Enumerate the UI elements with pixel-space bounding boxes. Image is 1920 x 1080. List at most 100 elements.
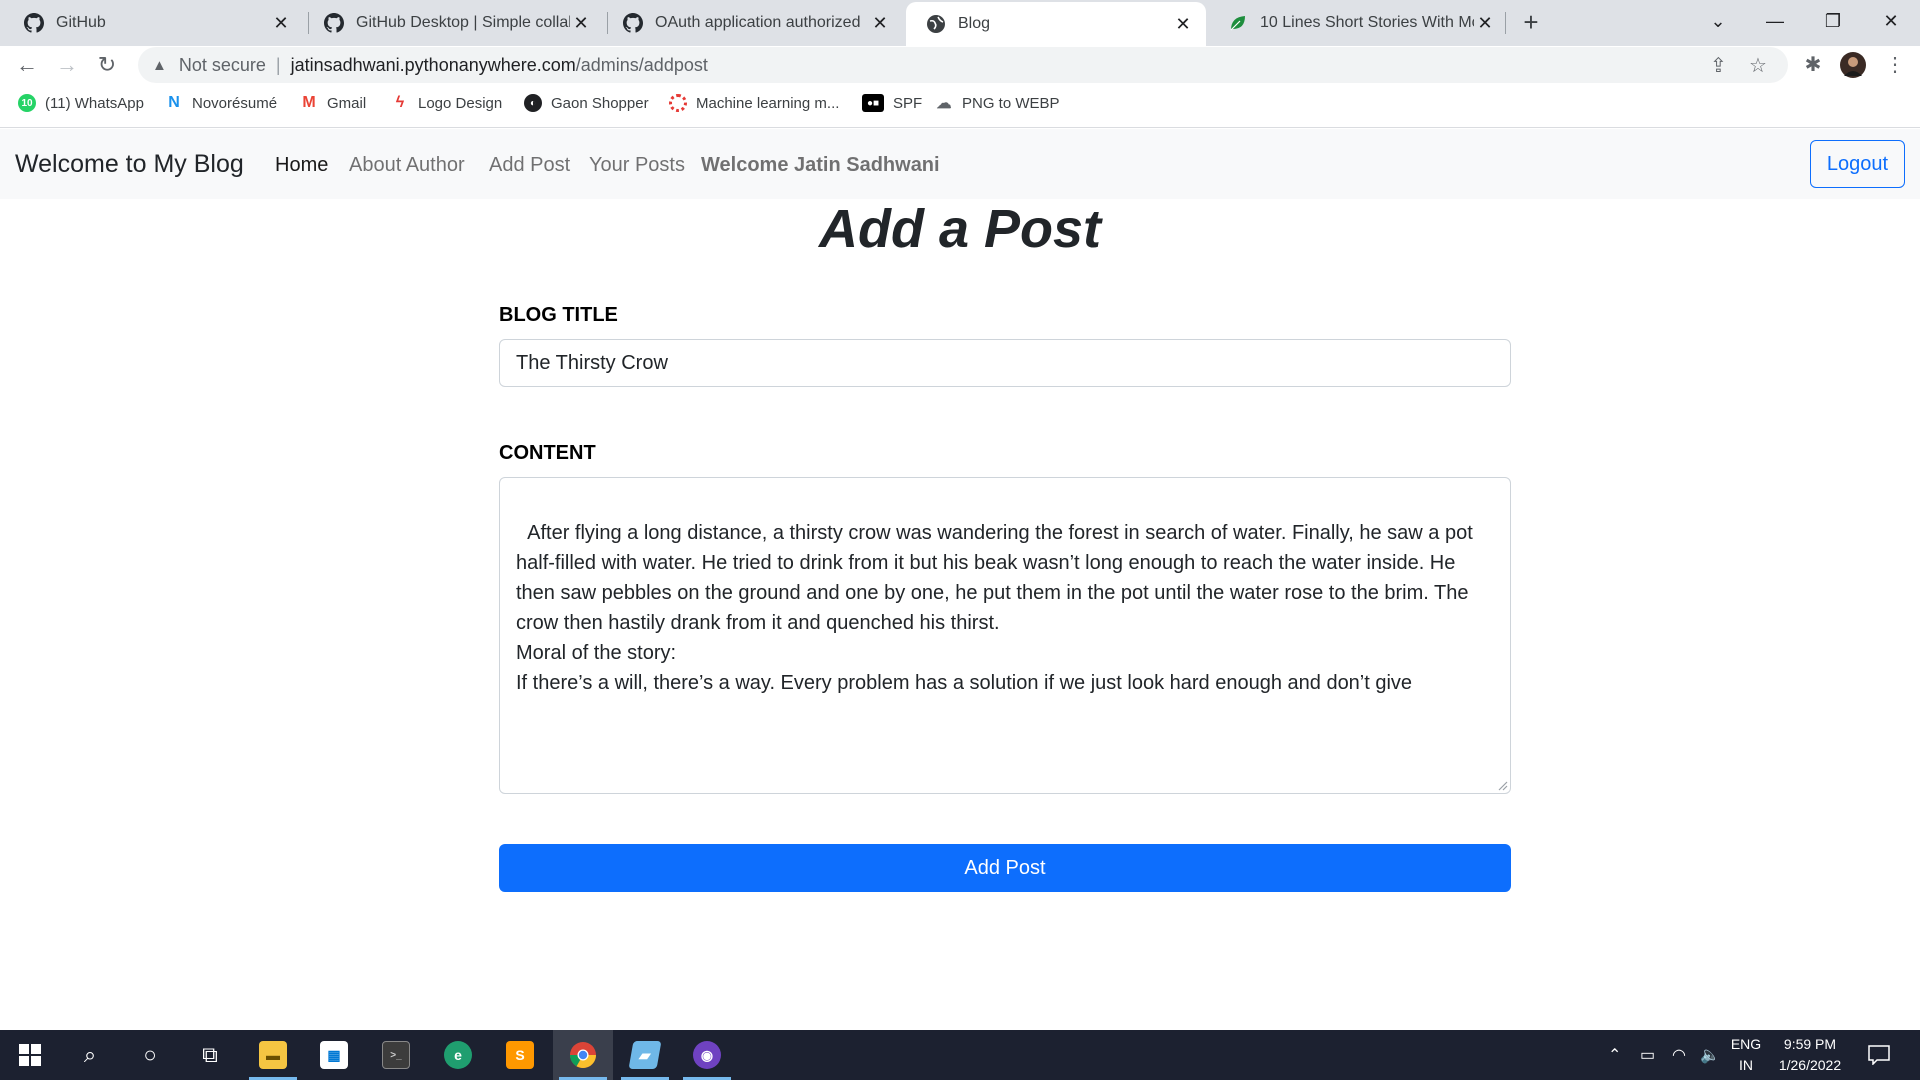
terminal-icon[interactable]: >_ xyxy=(366,1030,426,1080)
bookmark-label: Novorésumé xyxy=(192,94,278,112)
github-icon xyxy=(324,13,344,33)
github-icon xyxy=(24,13,44,33)
bookmark-whatsapp[interactable]: 10 (11) WhatsApp xyxy=(18,94,144,112)
nav-link-about-author[interactable]: About Author xyxy=(349,154,465,177)
close-tab-icon[interactable]: ✕ xyxy=(1474,13,1496,34)
ring-icon xyxy=(669,94,687,112)
content-textarea[interactable]: After flying a long distance, a thirsty … xyxy=(499,477,1511,794)
browser-toolbar: ← → ↻ ▲ Not secure | jatinsadhwani.pytho… xyxy=(0,46,1920,84)
url-path: /admins/addpost xyxy=(575,54,708,75)
logo-design-icon: ϟ xyxy=(395,94,405,111)
site-navbar: Welcome to My Blog Home About Author Add… xyxy=(0,129,1920,199)
microsoft-store-icon[interactable]: ▦ xyxy=(304,1030,364,1080)
show-hidden-icons-chevron-up-icon[interactable]: ⌃ xyxy=(1608,1030,1621,1080)
tab-github[interactable]: GitHub ✕ xyxy=(4,4,304,42)
bookmark-logo-design[interactable]: ϟ Logo Design xyxy=(391,94,502,112)
content-text: After flying a long distance, a thirsty … xyxy=(516,522,1473,694)
bookmark-png-to-webp[interactable]: ☁ PNG to WEBP xyxy=(935,94,1060,113)
bookmark-star-icon[interactable]: ☆ xyxy=(1749,53,1767,78)
tab-search-chevron-down-icon[interactable]: ⌄ xyxy=(1693,6,1743,36)
tab-separator xyxy=(1505,12,1506,34)
bookmark-label: SPF xyxy=(893,94,923,112)
windows-start-icon[interactable] xyxy=(0,1030,60,1080)
close-tab-icon[interactable]: ✕ xyxy=(270,13,292,34)
warning-icon[interactable]: ▲ xyxy=(152,57,167,74)
tab-title: Blog xyxy=(958,15,991,32)
gmail-icon: M xyxy=(302,94,316,111)
nav-link-your-posts[interactable]: Your Posts xyxy=(589,154,685,177)
bookmark-gmail[interactable]: M Gmail xyxy=(300,94,366,112)
clock-time: 9:59 PM xyxy=(1783,1036,1837,1052)
share-icon[interactable]: ⇪ xyxy=(1710,53,1727,78)
tab-title: GitHub Desktop | Simple collabor xyxy=(356,14,570,31)
github-desktop-icon[interactable]: ◉ xyxy=(677,1030,737,1080)
tab-short-stories[interactable]: 10 Lines Short Stories With Moral ✕ xyxy=(1208,4,1508,42)
bookmark-label: Logo Design xyxy=(418,94,503,112)
globe-icon: ◐ xyxy=(524,94,542,112)
navbar-brand[interactable]: Welcome to My Blog xyxy=(15,150,244,179)
reload-icon[interactable]: ↻ xyxy=(92,50,122,80)
file-explorer-icon[interactable]: ▬ xyxy=(243,1030,303,1080)
bookmark-machine-learning[interactable]: Machine learning m... xyxy=(669,94,839,112)
task-view-icon[interactable]: ⧉ xyxy=(180,1030,240,1080)
notifications-icon[interactable] xyxy=(1868,1030,1890,1080)
bookmark-gaon-shopper[interactable]: ◐ Gaon Shopper xyxy=(524,94,649,112)
battery-icon[interactable]: ▭ xyxy=(1640,1030,1655,1080)
more-menu-icon[interactable]: ⋮ xyxy=(1882,52,1908,78)
restore-button[interactable]: ❐ xyxy=(1808,6,1858,36)
bookmark-spf[interactable]: ●■ SPF xyxy=(862,94,922,112)
browser-tab-strip: GitHub ✕ GitHub Desktop | Simple collabo… xyxy=(0,0,1920,46)
tab-title: GitHub xyxy=(56,14,106,31)
volume-muted-icon[interactable]: 🔈 xyxy=(1700,1030,1720,1080)
tab-title: 10 Lines Short Stories With Moral xyxy=(1260,14,1474,31)
bookmark-label: Gmail xyxy=(327,94,367,112)
blog-title-label: BLOG TITLE xyxy=(499,304,618,326)
nav-link-add-post[interactable]: Add Post xyxy=(489,154,570,177)
windows-taskbar: ⌕ ○ ⧉ ▬ ▦ >_ e S ▰ ◉ ⌃ ▭ ◠ 🔈 ENG IN 9:59… xyxy=(0,1030,1920,1080)
profile-avatar[interactable] xyxy=(1840,52,1866,78)
close-window-button[interactable]: ✕ xyxy=(1866,6,1916,36)
edge-icon[interactable]: e xyxy=(428,1030,488,1080)
github-icon xyxy=(623,13,643,33)
welcome-user-text: Welcome Jatin Sadhwani xyxy=(701,154,940,176)
page-title: Add a Post xyxy=(818,199,1102,259)
system-clock[interactable]: 9:59 PM 1/26/2022 xyxy=(1760,1034,1860,1076)
logout-button[interactable]: Logout xyxy=(1810,140,1905,188)
nav-link-home[interactable]: Home xyxy=(275,154,328,177)
bookmarks-bar: 10 (11) WhatsApp N Novorésumé M Gmail ϟ … xyxy=(0,84,1920,128)
spf-icon: ●■ xyxy=(862,94,884,112)
tab-title: OAuth application authorized xyxy=(655,14,861,31)
cortana-icon[interactable]: ○ xyxy=(120,1030,180,1080)
sublime-text-icon[interactable]: S xyxy=(490,1030,550,1080)
bookmark-label: Machine learning m... xyxy=(696,94,840,112)
cloud-icon: ☁ xyxy=(936,95,952,112)
tab-blog[interactable]: Blog ✕ xyxy=(906,2,1206,46)
add-post-button[interactable]: Add Post xyxy=(499,844,1511,892)
bookmark-novoresume[interactable]: N Novorésumé xyxy=(165,94,277,112)
bookmark-label: (11) WhatsApp xyxy=(45,94,144,112)
globe-icon xyxy=(927,15,945,33)
chrome-icon[interactable] xyxy=(553,1030,613,1080)
url-divider: | xyxy=(275,54,281,75)
whatsapp-icon: 10 xyxy=(18,94,36,112)
content-label: CONTENT xyxy=(499,442,596,464)
wifi-icon[interactable]: ◠ xyxy=(1672,1030,1686,1080)
minimize-button[interactable]: — xyxy=(1750,6,1800,36)
notepad-icon[interactable]: ▰ xyxy=(615,1030,675,1080)
close-tab-icon[interactable]: ✕ xyxy=(1172,14,1194,35)
url-host: jatinsadhwani.pythonanywhere.com xyxy=(290,54,576,75)
close-tab-icon[interactable]: ✕ xyxy=(570,13,592,34)
new-tab-button[interactable]: + xyxy=(1517,9,1545,37)
novoresume-icon: N xyxy=(168,94,180,111)
close-tab-icon[interactable]: ✕ xyxy=(869,13,891,34)
extensions-puzzle-icon[interactable]: ✱ xyxy=(1800,52,1826,78)
resize-grip-icon[interactable] xyxy=(1496,779,1508,791)
search-icon[interactable]: ⌕ xyxy=(60,1030,120,1080)
blog-title-input[interactable] xyxy=(499,339,1511,387)
back-arrow-icon[interactable]: ← xyxy=(12,50,42,80)
forward-arrow-icon[interactable]: → xyxy=(52,50,82,80)
tab-github-desktop[interactable]: GitHub Desktop | Simple collabor ✕ xyxy=(304,4,604,42)
address-bar[interactable]: ▲ Not secure | jatinsadhwani.pythonanywh… xyxy=(138,47,1788,83)
clock-date: 1/26/2022 xyxy=(1778,1057,1842,1073)
tab-oauth[interactable]: OAuth application authorized ✕ xyxy=(603,4,903,42)
